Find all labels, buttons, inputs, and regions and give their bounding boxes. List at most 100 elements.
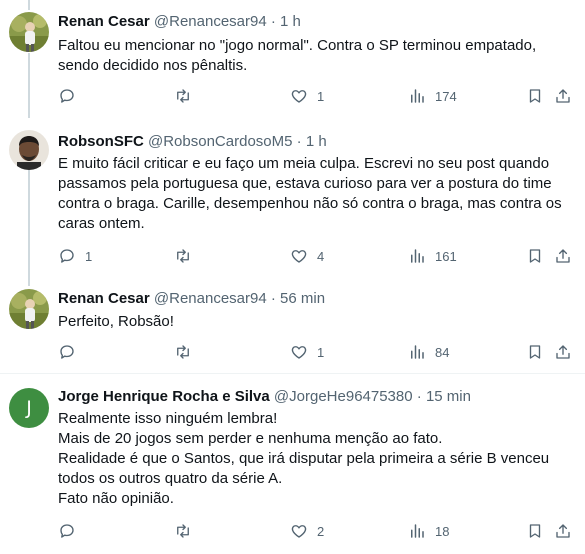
bookmark-button[interactable] — [526, 343, 544, 361]
retweet-button[interactable] — [174, 522, 201, 540]
reply-button[interactable] — [58, 343, 85, 361]
avatar[interactable] — [9, 12, 49, 52]
bookmark-icon — [529, 89, 541, 103]
share-button[interactable] — [554, 247, 572, 265]
tweet-text: Faltou eu mencionar no "jogo normal". Co… — [58, 36, 568, 76]
tweet-line: Realmente isso ninguém lembra! — [58, 410, 278, 427]
share-button[interactable] — [554, 87, 572, 105]
bookmark-icon — [529, 249, 541, 263]
avatar-initial: J — [26, 397, 32, 419]
bookmark-button[interactable] — [526, 87, 544, 105]
heart-icon — [291, 250, 307, 263]
tweet[interactable]: RobsonSFC @RobsonCardosoM5 · 1 h E muito… — [0, 118, 585, 286]
heart-icon — [291, 525, 307, 538]
like-button[interactable]: 1 — [290, 87, 324, 105]
timestamp[interactable]: 56 min — [280, 290, 325, 307]
avatar[interactable]: J — [9, 388, 49, 428]
tweet-line: sendo decidido nos pênaltis. — [58, 57, 248, 74]
tweet-header: Jorge Henrique Rocha e Silva @JorgeHe964… — [58, 387, 471, 407]
tweet-line: E muito fácil criticar e eu faço um meia… — [58, 155, 550, 172]
tweet-line: Fato não opinião. — [58, 490, 174, 507]
retweet-icon — [177, 89, 189, 103]
retweet-button[interactable] — [174, 343, 201, 361]
view-count: 174 — [435, 88, 457, 104]
avatar[interactable] — [9, 289, 49, 329]
avatar[interactable] — [9, 130, 49, 170]
tweet-line: Faltou eu mencionar no "jogo normal". Co… — [58, 37, 537, 54]
retweet-button[interactable] — [174, 247, 201, 265]
timestamp[interactable]: 15 min — [426, 388, 471, 405]
tweet-line: Realidade é que o Santos, que irá disput… — [58, 450, 550, 467]
author-handle[interactable]: @JorgeHe96475380 — [274, 388, 413, 405]
reply-count: 1 — [85, 248, 93, 264]
action-bar: 2 18 — [58, 522, 578, 544]
author-name[interactable]: RobsonSFC — [58, 133, 144, 150]
tweet-line: todos os outros quatro da série A. — [58, 470, 283, 487]
tweet[interactable]: J Jorge Henrique Rocha e Silva @JorgeHe9… — [0, 374, 585, 554]
views-chart-icon — [411, 524, 424, 538]
share-button[interactable] — [554, 522, 572, 540]
avatar-photo-icon — [9, 289, 49, 329]
tweet-text: Perfeito, Robsão! — [58, 312, 568, 332]
reply-button[interactable] — [58, 522, 85, 540]
avatar-photo-icon — [9, 12, 49, 52]
like-button[interactable]: 2 — [290, 522, 324, 540]
views-chart-icon — [411, 89, 424, 103]
tweet-text: E muito fácil criticar e eu faço um meia… — [58, 154, 568, 234]
views-button[interactable]: 161 — [408, 247, 457, 265]
like-button[interactable]: 4 — [290, 247, 324, 265]
views-button[interactable]: 84 — [408, 343, 449, 361]
author-name[interactable]: Renan Cesar — [58, 13, 150, 30]
share-button[interactable] — [554, 343, 572, 361]
tweet-header: Renan Cesar @Renancesar94 · 1 h — [58, 12, 301, 32]
reply-button[interactable] — [58, 87, 85, 105]
share-icon — [556, 89, 570, 103]
tweet-line: caras ontem. — [58, 215, 145, 232]
view-count: 84 — [435, 344, 450, 360]
separator-dot: · — [416, 388, 422, 405]
action-bar: 1 84 — [58, 343, 578, 365]
reply-icon — [60, 89, 74, 103]
timestamp[interactable]: 1 h — [306, 133, 327, 150]
retweet-icon — [177, 524, 189, 538]
author-name[interactable]: Jorge Henrique Rocha e Silva — [58, 388, 270, 405]
view-count: 18 — [435, 523, 450, 539]
share-icon — [556, 345, 570, 359]
heart-icon — [291, 90, 307, 103]
reply-icon — [60, 249, 74, 263]
author-handle[interactable]: @Renancesar94 — [154, 290, 267, 307]
bookmark-icon — [529, 524, 541, 538]
separator-dot: · — [296, 133, 302, 150]
tweet[interactable]: Renan Cesar @Renancesar94 · 1 h Faltou e… — [0, 0, 585, 118]
view-count: 161 — [435, 248, 457, 264]
reply-icon — [60, 345, 74, 359]
timestamp[interactable]: 1 h — [280, 13, 301, 30]
retweet-button[interactable] — [174, 87, 201, 105]
separator-dot: · — [270, 290, 276, 307]
views-button[interactable]: 174 — [408, 87, 457, 105]
views-chart-icon — [411, 345, 424, 359]
like-count: 4 — [317, 248, 325, 264]
retweet-icon — [177, 345, 189, 359]
avatar-photo-icon — [9, 130, 49, 170]
reply-icon — [60, 524, 74, 538]
like-button[interactable]: 1 — [290, 343, 324, 361]
views-chart-icon — [411, 249, 424, 263]
separator-dot: · — [270, 13, 276, 30]
author-handle[interactable]: @Renancesar94 — [154, 13, 267, 30]
tweet-header: RobsonSFC @RobsonCardosoM5 · 1 h — [58, 132, 327, 152]
tweet-line: Mais de 20 jogos sem perder e nenhuma me… — [58, 430, 443, 447]
action-bar: 1 174 — [58, 87, 578, 109]
share-icon — [556, 249, 570, 263]
bookmark-button[interactable] — [526, 522, 544, 540]
retweet-icon — [177, 249, 189, 263]
author-handle[interactable]: @RobsonCardosoM5 — [148, 133, 292, 150]
bookmark-button[interactable] — [526, 247, 544, 265]
author-name[interactable]: Renan Cesar — [58, 290, 150, 307]
tweet-text: Realmente isso ninguém lembra! Mais de 2… — [58, 409, 568, 509]
tweet-line: contra o braga. Carille, desempenhou não… — [58, 195, 562, 212]
views-button[interactable]: 18 — [408, 522, 449, 540]
reply-button[interactable]: 1 — [58, 247, 92, 265]
heart-icon — [291, 346, 307, 359]
tweet[interactable]: Renan Cesar @Renancesar94 · 56 min Perfe… — [0, 286, 585, 372]
